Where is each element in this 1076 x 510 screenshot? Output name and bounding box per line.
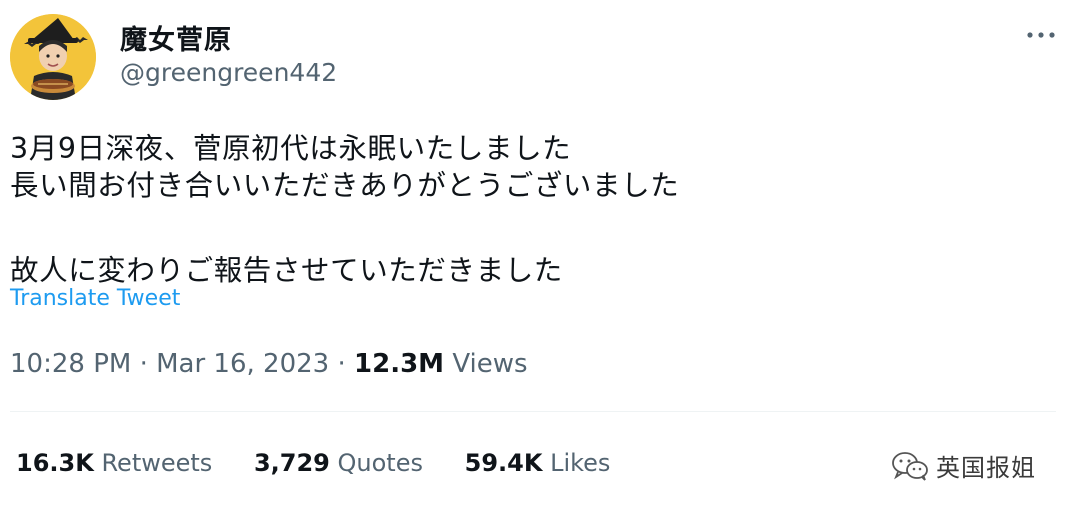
tweet-time[interactable]: 10:28 PM: [10, 349, 131, 379]
more-options-button[interactable]: [1024, 20, 1058, 50]
tweet-line: 長い間お付き合いいただきありがとうございました: [10, 169, 680, 202]
tweet-text: 3月9日深夜、菅原初代は永眠いたしました 長い間お付き合いいただきありがとうござ…: [10, 130, 1010, 289]
tweet-meta: 10:28 PM · Mar 16, 2023 · 12.3M Views: [10, 349, 528, 379]
quotes-label: Quotes: [337, 449, 423, 477]
watermark: 英国报姐: [890, 448, 1036, 483]
likes-count: 59.4K: [464, 449, 543, 477]
retweets-count: 16.3K: [16, 449, 94, 477]
engagement-stats: 16.3K Retweets 3,729 Quotes 59.4K Likes: [16, 449, 644, 477]
watermark-text: 英国报姐: [936, 454, 1036, 482]
quotes-count: 3,729: [253, 449, 330, 477]
tweet-line: 故人に変わりご報告させていただきました: [10, 254, 563, 287]
views-label: Views: [452, 349, 528, 379]
tweet-line: 3月9日深夜、菅原初代は永眠いたしました: [10, 132, 572, 165]
more-horizontal-icon: [1027, 32, 1055, 38]
retweets-stat[interactable]: 16.3K Retweets: [16, 449, 212, 477]
paragraph-break: [10, 204, 1010, 252]
avatar[interactable]: [10, 14, 96, 100]
retweets-label: Retweets: [101, 449, 213, 477]
divider: [10, 411, 1056, 412]
likes-label: Likes: [550, 449, 611, 477]
translate-tweet-link[interactable]: Translate Tweet: [10, 286, 180, 311]
witch-avatar-icon: [10, 14, 96, 100]
tweet-date[interactable]: Mar 16, 2023: [156, 349, 329, 379]
meta-separator: ·: [139, 349, 148, 379]
wechat-icon: [892, 451, 928, 481]
views-count: 12.3M: [354, 349, 445, 379]
likes-stat[interactable]: 59.4K Likes: [465, 449, 611, 477]
tweet-card: 魔女菅原 @greengreen442 3月9日深夜、菅原初代は永眠いたしました…: [0, 0, 1076, 510]
meta-separator: ·: [337, 349, 346, 379]
author-display-name[interactable]: 魔女菅原: [120, 18, 232, 57]
author-handle[interactable]: @greengreen442: [120, 58, 337, 87]
quotes-stat[interactable]: 3,729 Quotes: [254, 449, 423, 477]
